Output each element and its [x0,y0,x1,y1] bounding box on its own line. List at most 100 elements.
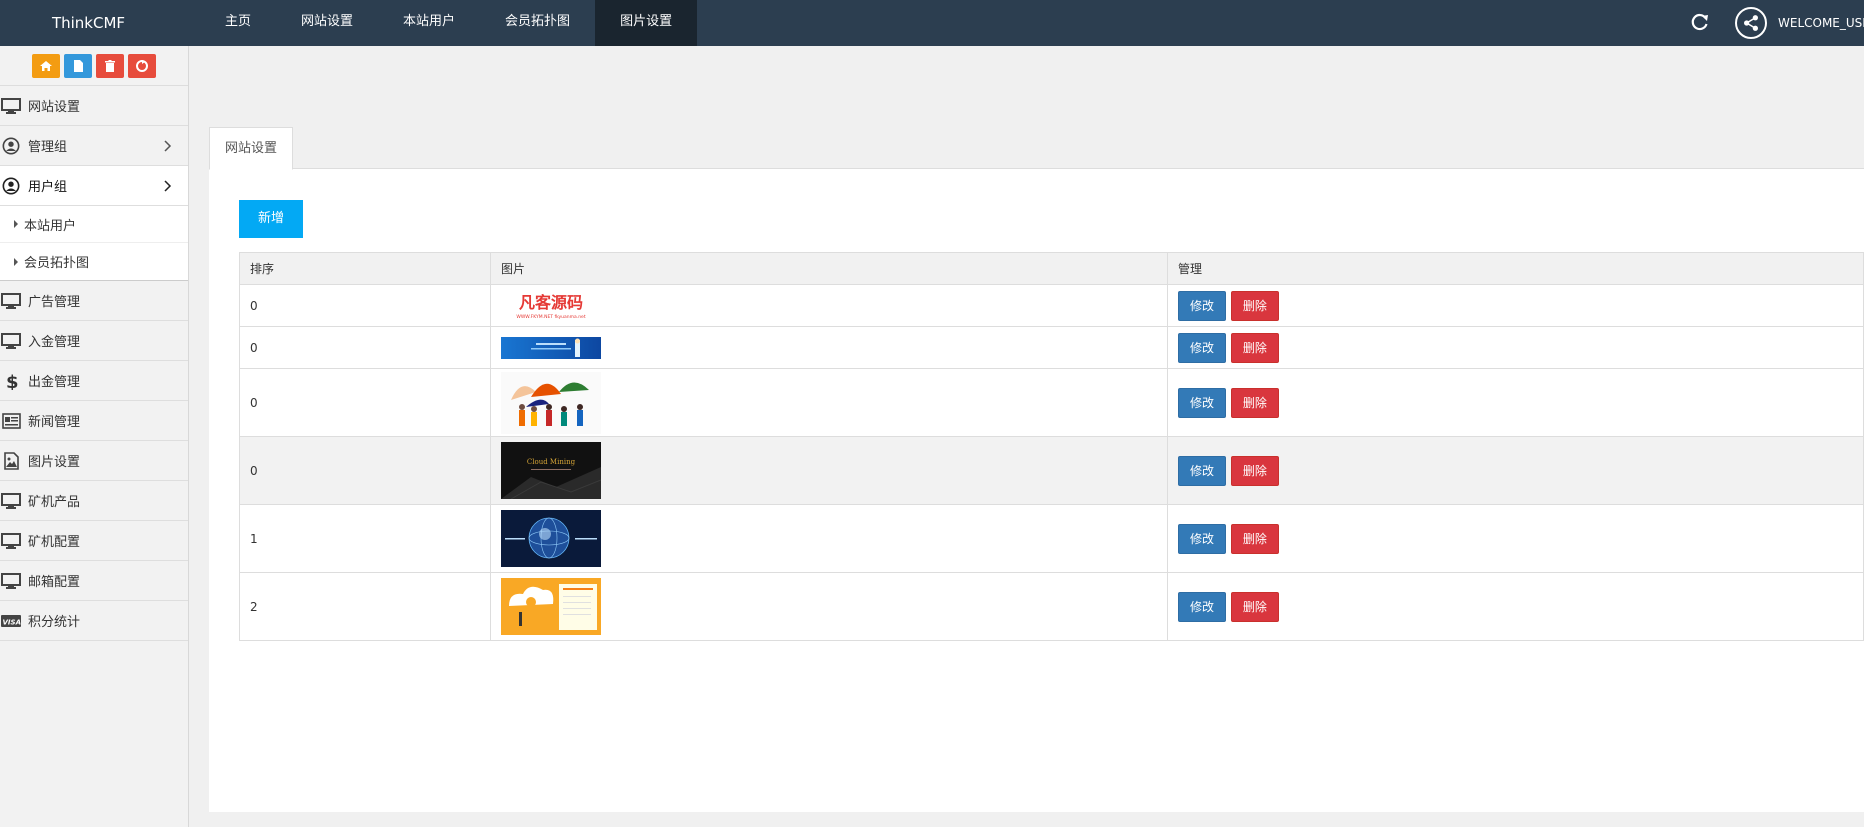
sidebar-item-label: 广告管理 [28,295,81,310]
edit-button[interactable]: 修改 [1178,387,1227,418]
order-cell: 0 [239,436,491,505]
top-navbar: ThinkCMF 主页 网站设置 本站用户 会员拓扑图 图片设置 WELCOME… [0,0,1864,46]
user-circle-icon [2,137,20,154]
recycle-icon [136,59,148,72]
edit-button[interactable]: 修改 [1178,332,1227,363]
edit-button[interactable]: 修改 [1178,591,1227,622]
sidebar-item-label: 图片设置 [28,455,81,470]
table-row: 0 凡客源码 WWW.FKYM.NET fkyuanma.net 修改 删除 [239,284,1864,327]
home-icon [40,60,52,71]
thumb-fanke-subtitle: WWW.FKYM.NET fkyuanma.net [516,314,585,320]
thumbnail-image[interactable] [501,371,601,434]
column-header-order[interactable]: 排序 [239,252,491,285]
desktop-icon [1,292,21,309]
chevron-right-icon [164,140,172,152]
sidebar-item-label: 网站设置 [28,100,81,115]
sidebar: 网站设置 管理组 用户组 本站用户 会员拓扑图 广告管理 入金管理 $ 出金管理… [0,46,189,827]
sidebar-item-label: 矿机产品 [28,495,81,510]
column-header-image[interactable]: 图片 [490,252,1168,285]
sidebar-item-user-group[interactable]: 用户组 [0,166,188,206]
refresh-icon[interactable] [1690,12,1710,32]
delete-button[interactable]: 删除 [1230,332,1279,363]
thumbnail-image[interactable] [501,336,601,359]
sidebar-item-label: 管理组 [28,140,68,155]
submenu-item-member-topology[interactable]: 会员拓扑图 [0,243,188,280]
sidebar-item-news-management[interactable]: 新闻管理 [0,401,188,441]
edit-button[interactable]: 修改 [1178,455,1227,486]
edit-button[interactable]: 修改 [1178,290,1227,321]
sidebar-item-deposit-management[interactable]: 入金管理 [0,321,188,361]
delete-button[interactable]: 删除 [1230,387,1279,418]
submenu-item-site-users[interactable]: 本站用户 [0,206,188,243]
sidebar-item-label: 邮箱配置 [28,575,81,590]
desktop-icon [1,332,21,349]
brand-logo[interactable]: ThinkCMF [0,0,177,46]
order-cell: 0 [239,326,491,369]
table-header-row: 排序 图片 管理 [239,252,1864,285]
nav-member-topology[interactable]: 会员拓扑图 [480,0,595,46]
home-shortcut-button[interactable] [32,53,60,78]
dollar-icon: $ [6,372,19,390]
nav-image-settings[interactable]: 图片设置 [595,0,698,46]
sidebar-item-label: 出金管理 [28,375,81,390]
sidebar-item-miner-config[interactable]: 矿机配置 [0,521,188,561]
desktop-icon [1,572,21,589]
table-row: 0 修改 删除 [239,368,1864,437]
chevron-right-icon [164,180,172,192]
table-row: 0 Cloud Mining 修改 删除 [239,436,1864,505]
thumbnail-image[interactable]: 凡客源码 WWW.FKYM.NET fkyuanma.net [501,290,601,321]
order-cell: 2 [239,572,491,641]
table-row: 0 修改 删除 [239,326,1864,369]
thumb-cloud-title: Cloud Mining [527,458,576,466]
sidebar-item-label: 新闻管理 [28,415,81,430]
column-header-manage[interactable]: 管理 [1167,252,1864,285]
submenu-item-label: 本站用户 [24,218,77,234]
delete-button[interactable]: 删除 [1230,290,1279,321]
sidebar-item-label: 矿机配置 [28,535,81,550]
user-welcome[interactable]: WELCOME_USER [1778,0,1864,46]
sidebar-item-label: 入金管理 [28,335,81,350]
caret-right-icon [14,220,18,228]
sidebar-item-site-settings[interactable]: 网站设置 [0,86,188,126]
delete-button[interactable]: 删除 [1230,591,1279,622]
top-nav: 主页 网站设置 本站用户 会员拓扑图 图片设置 [200,0,698,46]
submenu-item-label: 会员拓扑图 [24,256,90,271]
order-cell: 0 [239,284,491,327]
sidebar-item-admin-group[interactable]: 管理组 [0,126,188,166]
caret-right-icon [14,257,18,266]
order-cell: 1 [239,504,491,573]
table-row: 2 修改 删除 [239,572,1864,641]
recycle-shortcut-button[interactable] [128,53,156,78]
tab-bar: 网站设置 [209,106,1864,170]
shortcut-bar [0,46,188,86]
trash-icon [105,59,115,72]
nav-home[interactable]: 主页 [200,0,276,46]
share-network-icon[interactable] [1735,7,1767,39]
user-group-submenu: 本站用户 会员拓扑图 [0,206,188,281]
thumbnail-image[interactable]: Cloud Mining [501,442,601,499]
sidebar-item-image-settings[interactable]: 图片设置 [0,441,188,481]
sidebar-item-withdraw-management[interactable]: $ 出金管理 [0,361,188,401]
sidebar-item-points-stats[interactable]: VISA 积分统计 [0,601,188,641]
nav-site-settings[interactable]: 网站设置 [276,0,378,46]
sidebar-item-mail-config[interactable]: 邮箱配置 [0,561,188,601]
svg-text:$: $ [6,372,19,390]
delete-button[interactable]: 删除 [1230,523,1279,554]
nav-site-users[interactable]: 本站用户 [378,0,480,46]
sidebar-item-label: 积分统计 [28,615,81,630]
tab-site-settings[interactable]: 网站设置 [209,127,294,170]
file-shortcut-button[interactable] [64,53,92,78]
image-icon [4,451,19,470]
desktop-icon [1,532,21,549]
table-row: 1 修改 删除 [239,504,1864,573]
thumbnail-image[interactable] [501,578,601,635]
sidebar-item-ad-management[interactable]: 广告管理 [0,281,188,321]
delete-button[interactable]: 删除 [1230,455,1279,486]
add-button[interactable]: 新增 [239,200,303,238]
trash-shortcut-button[interactable] [96,53,124,78]
edit-button[interactable]: 修改 [1178,523,1227,554]
thumbnail-image[interactable] [501,510,601,567]
sidebar-item-miner-products[interactable]: 矿机产品 [0,481,188,521]
sidebar-item-label: 用户组 [28,180,68,195]
visa-icon: VISA [1,614,21,627]
